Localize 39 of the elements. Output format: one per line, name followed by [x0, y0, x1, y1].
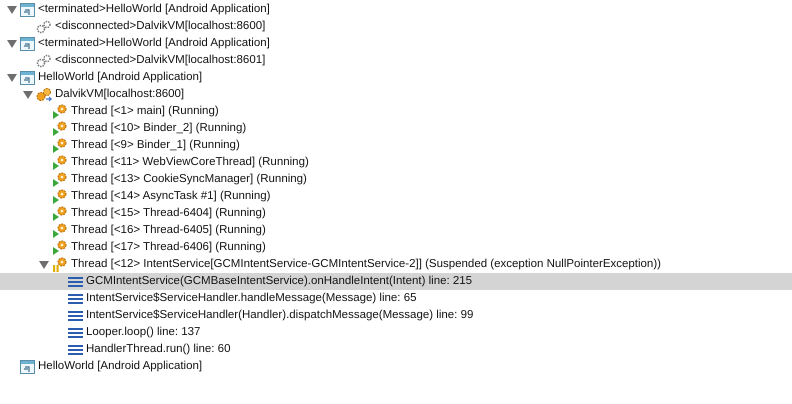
collapse-arrow-icon[interactable]	[7, 38, 17, 48]
collapse-arrow-icon[interactable]	[7, 4, 17, 14]
gears-icon	[36, 54, 52, 68]
tree-item-label[interactable]: Thread [<15> Thread-6404] (Running)	[71, 206, 266, 221]
application-window-icon	[20, 2, 35, 16]
collapse-arrow-icon[interactable]	[23, 90, 33, 100]
stack-frame-row[interactable]: GCMIntentService(GCMBaseIntentService).onHandleIntent(Intent) line: 215	[0, 273, 792, 290]
stack-frame-row[interactable]: Looper.loop() line: 137	[0, 324, 792, 341]
gears-icon	[36, 20, 52, 34]
collapse-arrow-icon[interactable]	[39, 260, 49, 270]
tree-item-label[interactable]: HelloWorld [Android Application]	[38, 70, 202, 85]
tree-item-label[interactable]: <terminated>HelloWorld [Android Application]	[38, 2, 270, 17]
tree-item-label[interactable]: Thread [<12> IntentService[GCMIntentService-GCMIntentService-2]] (Suspended (exception NullPointerException))	[71, 257, 661, 272]
stack-frame-row[interactable]: IntentService$ServiceHandler(Handler).dispatchMessage(Message) line: 99	[0, 307, 792, 324]
stack-frame-row[interactable]: IntentService$ServiceHandler.handleMessage(Message) line: 65	[0, 290, 792, 307]
tree-item-label[interactable]: Thread [<17> Thread-6406] (Running)	[71, 240, 266, 255]
application-window-icon	[20, 70, 35, 84]
tree-item-label[interactable]: <terminated>HelloWorld [Android Application]	[38, 36, 270, 51]
tree-item-label[interactable]: <disconnected>DalvikVM[localhost:8600]	[55, 19, 266, 34]
stack-frame-icon	[68, 326, 83, 338]
gears-icon	[36, 87, 52, 102]
application-window-icon	[20, 36, 35, 50]
tree-item-label[interactable]: DalvikVM[localhost:8600]	[55, 87, 184, 102]
tree-item-label[interactable]: Thread [<14> AsyncTask #1] (Running)	[71, 189, 270, 204]
stack-frame-icon	[68, 344, 83, 356]
tree-item-label[interactable]: Thread [<16> Thread-6405] (Running)	[71, 223, 266, 238]
tree-item-label[interactable]: Thread [<9> Binder_1] (Running)	[71, 138, 240, 153]
tree-item-label[interactable]: Thread [<10> Binder_2] (Running)	[71, 121, 246, 136]
tree-item-label[interactable]: HelloWorld [Android Application]	[38, 359, 202, 374]
stack-frame-icon	[68, 276, 83, 288]
tree-item-label[interactable]: Thread [<11> WebViewCoreThread] (Running)	[71, 155, 309, 170]
collapse-arrow-icon[interactable]	[7, 72, 17, 82]
tree-item-label[interactable]: Thread [<13> CookieSyncManager] (Running)	[71, 172, 307, 187]
tree-item-label[interactable]: Thread [<1> main] (Running)	[71, 104, 219, 119]
application-window-icon	[20, 360, 35, 374]
stack-frame-icon	[68, 292, 83, 304]
stack-frame-row[interactable]: HandlerThread.run() line: 60	[0, 341, 792, 358]
stack-frame-icon	[68, 310, 83, 322]
tree-item-label[interactable]: <disconnected>DalvikVM[localhost:8601]	[55, 53, 266, 68]
